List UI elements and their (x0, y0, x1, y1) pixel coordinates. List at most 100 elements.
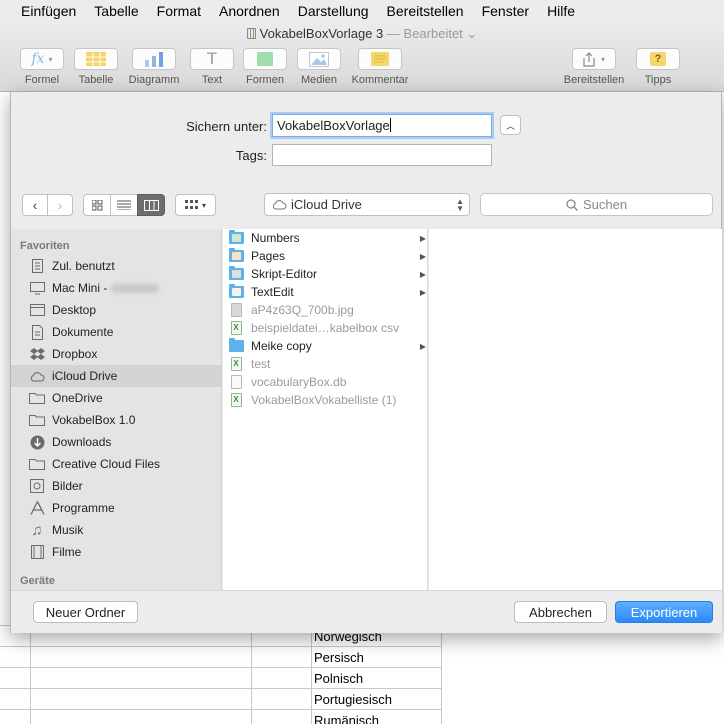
sidebar-item-desktop[interactable]: Desktop (11, 299, 221, 321)
media-icon (309, 51, 329, 67)
numbers-folder-icon (228, 230, 244, 245)
formel-button[interactable]: fx ▾ (20, 48, 64, 70)
table-cell[interactable]: Portugiesisch (311, 689, 442, 710)
export-button[interactable]: Exportieren (615, 601, 713, 623)
sidebar-item-downloads[interactable]: Downloads (11, 431, 221, 453)
search-icon (566, 198, 578, 211)
textedit-folder-icon (228, 284, 244, 299)
menu-fenster[interactable]: Fenster (473, 3, 538, 19)
menu-format[interactable]: Format (148, 3, 210, 19)
folder-icon (228, 338, 244, 353)
chevron-down-icon[interactable]: ⌄ (463, 26, 477, 41)
list-item[interactable]: aP4z63Q_700b.jpg (223, 301, 428, 319)
help-icon: ? (650, 52, 666, 66)
script-editor-folder-icon (228, 266, 244, 281)
dropbox-icon (29, 346, 45, 362)
file-icon (228, 375, 244, 389)
folder-icon (29, 456, 45, 472)
sidebar-item-vokabelbox[interactable]: VokabelBox 1.0 (11, 409, 221, 431)
sidebar-item-creative-cloud[interactable]: Creative Cloud Files (11, 453, 221, 475)
menu-einfuegen[interactable]: Einfügen (0, 3, 85, 19)
diagramm-button[interactable] (132, 48, 176, 70)
folder-icon (29, 412, 45, 428)
sidebar-item-pictures[interactable]: Bilder (11, 475, 221, 497)
columns-icon (143, 199, 159, 211)
list-item[interactable]: vocabularyBox.db (223, 373, 428, 391)
table-cell[interactable]: Persisch (311, 647, 442, 668)
back-button[interactable]: ‹ (22, 194, 48, 216)
chart-icon (145, 51, 163, 67)
sidebar-item-dropbox[interactable]: Dropbox (11, 343, 221, 365)
menu-anordnen[interactable]: Anordnen (210, 3, 289, 19)
chevron-left-icon: ‹ (32, 197, 38, 213)
list-item[interactable]: Skript-Editor ▶ (223, 265, 428, 283)
file-column: Numbers ▶ Pages ▶ Skript-Editor ▶ TextEdit ▶… (223, 229, 428, 590)
menu-hilfe[interactable]: Hilfe (538, 3, 584, 19)
sidebar-item-mac-mini[interactable]: Mac Mini - (11, 277, 221, 299)
forward-button[interactable]: › (47, 194, 73, 216)
sidebar-item-recents[interactable]: Zul. benutzt (11, 255, 221, 277)
list-item[interactable]: X beispieldatei…kabelbox csv (223, 319, 428, 337)
sidebar-item-applications[interactable]: Programme (11, 497, 221, 519)
list-item[interactable]: X test (223, 355, 428, 373)
bereitstellen-button[interactable]: ▾ (572, 48, 616, 70)
formen-button[interactable] (243, 48, 287, 70)
list-view-button[interactable] (110, 194, 138, 216)
menu-darstellung[interactable]: Darstellung (289, 3, 378, 19)
sidebar-item-icloud-drive[interactable]: iCloud Drive (11, 365, 221, 387)
text-caret (389, 118, 391, 132)
computer-icon (29, 280, 45, 296)
search-field[interactable]: Suchen (480, 193, 713, 216)
dialog-button-bar: Neuer Ordner Abbrechen Exportieren (11, 590, 722, 633)
chevron-right-icon: › (57, 197, 63, 213)
arrange-button[interactable]: ▾ (175, 194, 216, 216)
sidebar-item-movies[interactable]: Filme (11, 541, 221, 563)
expand-collapse-button[interactable]: ︿ (500, 115, 521, 135)
chevron-down-icon: ▾ (201, 200, 206, 210)
save-as-input[interactable]: VokabelBoxVorlage (272, 114, 492, 137)
sidebar-item-onedrive[interactable]: OneDrive (11, 387, 221, 409)
disclosure-arrow-icon: ▶ (419, 251, 426, 261)
new-folder-button[interactable]: Neuer Ordner (33, 601, 138, 623)
sidebar-item-music[interactable]: ♫ Musik (11, 519, 221, 541)
cloud-icon (29, 368, 45, 384)
medien-button[interactable] (297, 48, 341, 70)
downloads-icon (29, 434, 45, 450)
chevron-down-icon: ▾ (48, 54, 53, 64)
list-item[interactable]: Numbers ▶ (223, 229, 428, 247)
tabelle-button[interactable] (74, 48, 118, 70)
stepper-arrows-icon: ▲ ▼ (456, 196, 464, 213)
menu-tabelle[interactable]: Tabelle (85, 3, 147, 19)
arrange-grid-icon (184, 200, 198, 209)
table-cell[interactable]: Polnisch (311, 668, 442, 689)
tipps-button[interactable]: ? (636, 48, 680, 70)
disclosure-arrow-icon: ▶ (419, 341, 426, 351)
tags-input[interactable] (272, 144, 492, 166)
column-view-button[interactable] (137, 194, 165, 216)
kommentar-button[interactable] (358, 48, 402, 70)
list-item[interactable]: TextEdit ▶ (223, 283, 428, 301)
list-item[interactable]: Meike copy ▶ (223, 337, 428, 355)
image-file-icon (228, 303, 244, 317)
text-button[interactable]: T (190, 48, 234, 70)
tags-label: Tags: (235, 148, 267, 163)
export-dialog: Sichern unter: VokabelBoxVorlage ︿ Tags:… (10, 92, 722, 633)
sidebar-item-documents[interactable]: Dokumente (11, 321, 221, 343)
movies-icon (29, 544, 45, 560)
list-icon (117, 200, 131, 210)
window-title: VokabelBoxVorlage 3 — Bearbeitet ⌄ (0, 26, 724, 42)
grid-icon (91, 199, 102, 210)
icon-view-button[interactable] (83, 194, 111, 216)
location-popup[interactable]: iCloud Drive ▲ ▼ (264, 193, 470, 216)
cancel-button[interactable]: Abbrechen (514, 601, 607, 623)
spreadsheet-file-icon: X (228, 357, 244, 371)
table-cell[interactable]: Rumänisch (311, 710, 442, 724)
list-item[interactable]: X VokabelBoxVokabelliste (1) (223, 391, 428, 409)
list-item[interactable]: Pages ▶ (223, 247, 428, 265)
recents-icon (29, 258, 45, 274)
comment-icon (371, 52, 389, 66)
text-icon: T (206, 49, 218, 68)
pages-folder-icon (228, 248, 244, 263)
window-toolbar: VokabelBoxVorlage 3 — Bearbeitet ⌄ fx ▾ … (0, 22, 724, 92)
menu-bereitstellen[interactable]: Bereitstellen (378, 3, 473, 19)
